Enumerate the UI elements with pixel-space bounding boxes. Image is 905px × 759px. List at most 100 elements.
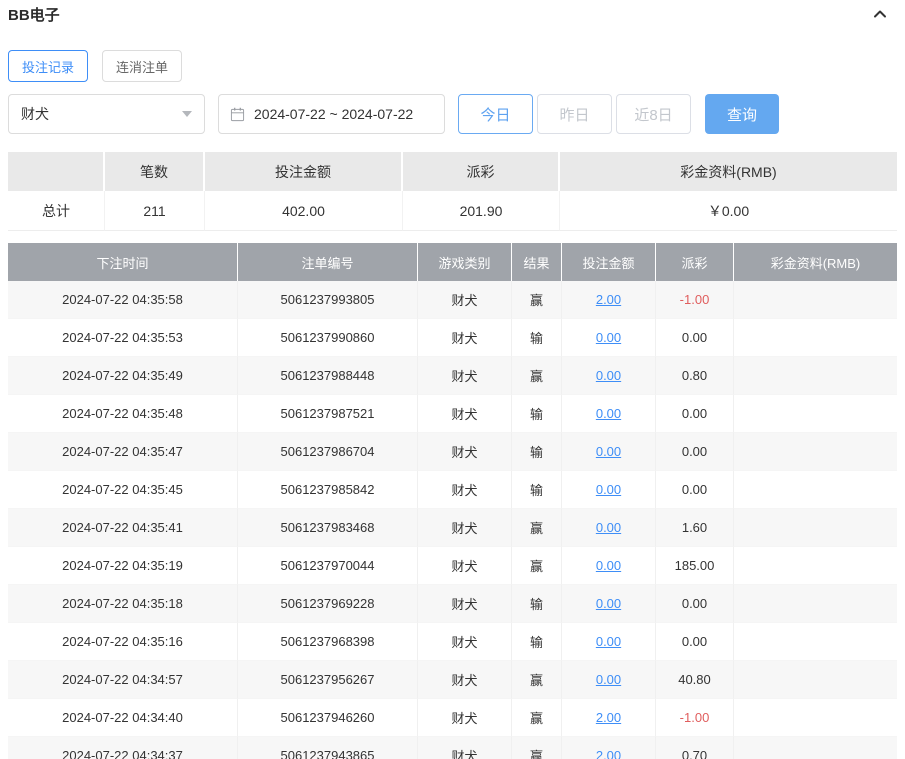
cell-game: 财犬 [418,547,512,585]
column-header-order-id: 注单编号 [238,243,418,281]
table-row: 2024-07-22 04:35:58 5061237993805 财犬赢 2.00 -… [8,281,897,319]
cell-id: 5061237970044 [238,547,418,585]
cell-time: 2024-07-22 04:34:37 [8,737,238,759]
cell-time: 2024-07-22 04:35:16 [8,623,238,661]
cell-time: 2024-07-22 04:35:48 [8,395,238,433]
cell-jackpot [734,281,897,319]
yesterday-button[interactable]: 昨日 [537,94,612,134]
date-range-picker[interactable]: 2024-07-22 ~ 2024-07-22 [218,94,445,134]
game-select-value: 财犬 [21,106,49,122]
cell-jackpot [734,319,897,357]
cell-time: 2024-07-22 04:35:18 [8,585,238,623]
cell-game: 财犬 [418,585,512,623]
cell-amount: 0.00 [562,661,656,699]
cell-jackpot [734,357,897,395]
cell-payout: 1.60 [656,509,734,547]
cell-payout: 0.00 [656,623,734,661]
summary-total-bet-amount: 402.00 [205,191,403,231]
bet-amount-link[interactable]: 0.00 [596,368,621,383]
cell-time: 2024-07-22 04:35:58 [8,281,238,319]
cell-amount: 2.00 [562,281,656,319]
collapse-chevron-up-icon[interactable] [871,5,889,23]
cell-amount: 0.00 [562,357,656,395]
table-row: 2024-07-22 04:34:57 5061237956267 财犬赢 0.00 4… [8,661,897,699]
query-button[interactable]: 查询 [705,94,779,134]
cell-result: 输 [512,585,562,623]
cell-result: 输 [512,623,562,661]
cell-game: 财犬 [418,281,512,319]
cell-result: 赢 [512,357,562,395]
summary-header-bet-amount: 投注金额 [205,152,403,191]
summary-total-payout: 201.90 [403,191,560,231]
bet-amount-link[interactable]: 0.00 [596,520,621,535]
bet-amount-link[interactable]: 0.00 [596,558,621,573]
bet-amount-link[interactable]: 2.00 [596,292,621,307]
cell-payout: 0.00 [656,319,734,357]
cell-game: 财犬 [418,661,512,699]
cell-jackpot [734,471,897,509]
tab-bet-records[interactable]: 投注记录 [8,50,89,82]
summary-header-jackpot: 彩金资料(RMB) [560,152,897,191]
cell-id: 5061237988448 [238,357,418,395]
tab-bar: 投注记录 连消注单 [8,50,897,82]
bet-amount-link[interactable]: 2.00 [596,748,621,759]
bet-amount-link[interactable]: 0.00 [596,330,621,345]
summary-total-count: 211 [105,191,205,231]
summary-header-count: 笔数 [105,152,205,191]
cell-id: 5061237943865 [238,737,418,759]
cell-time: 2024-07-22 04:34:57 [8,661,238,699]
cell-amount: 0.00 [562,319,656,357]
today-button[interactable]: 今日 [458,94,533,134]
column-header-jackpot: 彩金资料(RMB) [734,243,897,281]
bet-amount-link[interactable]: 0.00 [596,634,621,649]
cell-game: 财犬 [418,699,512,737]
cell-id: 5061237990860 [238,319,418,357]
table-row: 2024-07-22 04:34:40 5061237946260 财犬赢 2.00 -… [8,699,897,737]
table-row: 2024-07-22 04:35:19 5061237970044 财犬赢 0.00 1… [8,547,897,585]
cell-time: 2024-07-22 04:35:53 [8,319,238,357]
cell-amount: 0.00 [562,433,656,471]
cell-result: 赢 [512,737,562,759]
cell-time: 2024-07-22 04:34:40 [8,699,238,737]
cell-jackpot [734,623,897,661]
cell-payout: 0.00 [656,471,734,509]
cell-jackpot [734,547,897,585]
summary-total-jackpot: ￥0.00 [560,191,897,231]
cell-payout: -1.00 [656,699,734,737]
cell-amount: 0.00 [562,585,656,623]
last-8-days-button[interactable]: 近8日 [616,94,691,134]
column-header-payout: 派彩 [656,243,734,281]
column-header-bet-time: 下注时间 [8,243,238,281]
cell-payout: 0.00 [656,433,734,471]
table-row: 2024-07-22 04:35:18 5061237969228 财犬输 0.00 0… [8,585,897,623]
table-row: 2024-07-22 04:35:53 5061237990860 财犬输 0.00 0… [8,319,897,357]
chevron-down-icon [182,111,192,117]
table-row: 2024-07-22 04:34:37 5061237943865 财犬赢 2.00 0… [8,737,897,759]
table-row: 2024-07-22 04:35:16 5061237968398 财犬输 0.00 0… [8,623,897,661]
bet-amount-link[interactable]: 0.00 [596,482,621,497]
cell-jackpot [734,509,897,547]
table-row: 2024-07-22 04:35:49 5061237988448 财犬赢 0.00 0… [8,357,897,395]
summary-header-empty [8,152,105,191]
cell-time: 2024-07-22 04:35:41 [8,509,238,547]
cell-result: 赢 [512,547,562,585]
page-title: BB电子 [8,6,60,24]
summary-total-label: 总计 [8,191,105,231]
bet-amount-link[interactable]: 0.00 [596,444,621,459]
table-row: 2024-07-22 04:35:41 5061237983468 财犬赢 0.00 1… [8,509,897,547]
game-select[interactable]: 财犬 [8,94,205,134]
cell-payout: 40.80 [656,661,734,699]
cell-amount: 2.00 [562,699,656,737]
bet-amount-link[interactable]: 2.00 [596,710,621,725]
bet-amount-link[interactable]: 0.00 [596,406,621,421]
column-header-game-type: 游戏类别 [418,243,512,281]
bet-amount-link[interactable]: 0.00 [596,672,621,687]
cell-time: 2024-07-22 04:35:47 [8,433,238,471]
cell-jackpot [734,661,897,699]
cell-id: 5061237985842 [238,471,418,509]
bet-amount-link[interactable]: 0.00 [596,596,621,611]
cell-payout: 0.80 [656,357,734,395]
cell-id: 5061237968398 [238,623,418,661]
tab-canceled-orders[interactable]: 连消注单 [102,50,183,82]
panel-header: BB电子 [8,4,897,24]
